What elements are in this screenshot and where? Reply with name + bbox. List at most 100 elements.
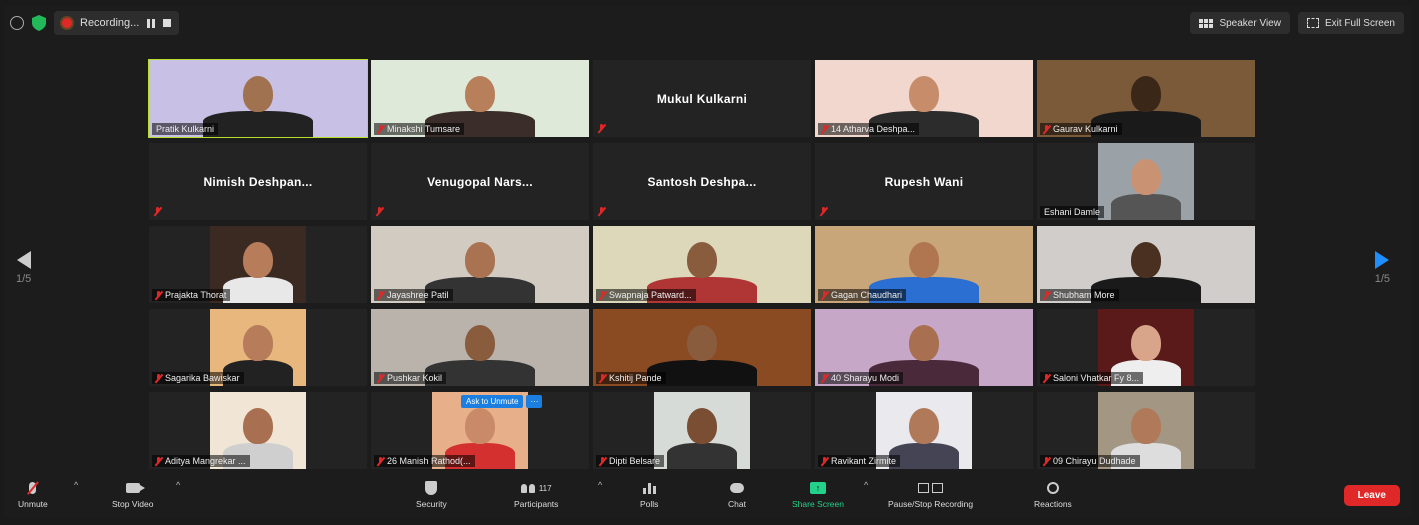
- next-page-button[interactable]: 1/5: [1375, 251, 1390, 285]
- stop-video-label: Stop Video: [112, 499, 154, 509]
- ask-to-unmute-button[interactable]: Ask to Unmute: [461, 395, 524, 408]
- gallery-grid: Pratik Kulkarni Minakshi Tumsare Mukul Kul…: [148, 59, 1255, 469]
- arrow-right-icon: [1375, 251, 1390, 269]
- participant-face: [1131, 408, 1161, 444]
- participant-face: [1131, 242, 1161, 278]
- muted-mic-icon: [820, 207, 827, 216]
- participant-face: [243, 242, 273, 278]
- participant-name: Nimish Deshpan...: [203, 175, 313, 189]
- participant-tile[interactable]: Prajakta Thorat: [149, 226, 367, 303]
- participant-name-label: Eshani Damle: [1040, 206, 1105, 218]
- participant-name-label: Dipti Belsare: [596, 455, 665, 467]
- speaker-view-button[interactable]: Speaker View: [1190, 12, 1290, 34]
- participant-tile[interactable]: Swapnaja Patward...: [593, 226, 811, 303]
- participant-tile[interactable]: Jayashree Patil: [371, 226, 589, 303]
- participant-face: [1131, 159, 1161, 195]
- participant-tile[interactable]: Gagan Chaudhari: [815, 226, 1033, 303]
- video-options-caret-icon[interactable]: ^: [176, 480, 180, 490]
- more-options-button[interactable]: ···: [526, 395, 543, 408]
- participant-face: [243, 325, 273, 361]
- participant-tile[interactable]: Ravikant Zirmite: [815, 392, 1033, 469]
- participant-tile[interactable]: Saloni Vhatkar Fy 8...: [1037, 309, 1255, 386]
- participants-options-caret-icon[interactable]: ^: [598, 480, 602, 490]
- share-screen-button[interactable]: ↑ Share Screen: [792, 480, 844, 509]
- participant-name: 40 Sharayu Modi: [831, 373, 900, 383]
- info-icon[interactable]: [10, 16, 24, 30]
- participant-name: Rupesh Wani: [884, 175, 964, 189]
- participant-face: [243, 408, 273, 444]
- leave-meeting-button[interactable]: Leave: [1343, 485, 1400, 506]
- muted-mic-icon: [599, 373, 606, 383]
- participant-name: Eshani Damle: [1044, 207, 1101, 217]
- participant-tile[interactable]: 09 Chirayu Dudhade: [1037, 392, 1255, 469]
- participant-tile[interactable]: Dipti Belsare: [593, 392, 811, 469]
- pause-stop-recording-button[interactable]: Pause/Stop Recording: [888, 480, 973, 509]
- participants-button[interactable]: 117 Participants: [514, 480, 558, 509]
- previous-page-button[interactable]: 1/5: [16, 251, 31, 285]
- muted-mic-icon: [155, 373, 162, 383]
- page-indicator-right: 1/5: [1374, 273, 1390, 285]
- participant-tile[interactable]: Venugopal Nars...: [371, 143, 589, 220]
- participant-tile[interactable]: 26 Manish Rathod(... Ask to Unmute ···: [371, 392, 589, 469]
- stop-video-button[interactable]: Stop Video: [112, 480, 153, 509]
- participant-tile[interactable]: Santosh Deshpa...: [593, 143, 811, 220]
- participant-tile[interactable]: Shubham More: [1037, 226, 1255, 303]
- muted-mic-icon: [155, 456, 162, 466]
- participant-name-label: Pratik Kulkarni: [152, 123, 219, 135]
- participant-face: [465, 325, 495, 361]
- record-dot-icon: [62, 18, 72, 28]
- participant-tile[interactable]: 14 Atharva Deshpa...: [815, 60, 1033, 137]
- participant-name-label: 14 Atharva Deshpa...: [818, 123, 920, 135]
- stop-recording-icon[interactable]: [163, 19, 172, 27]
- participant-tile[interactable]: Kshitij Pande: [593, 309, 811, 386]
- polls-button[interactable]: Polls: [640, 480, 658, 509]
- muted-mic-icon: [377, 456, 384, 466]
- participant-name: Prajakta Thorat: [165, 290, 227, 300]
- participant-name: 26 Manish Rathod(...: [387, 456, 471, 466]
- share-options-caret-icon[interactable]: ^: [864, 480, 868, 490]
- participant-name-label: 26 Manish Rathod(...: [374, 455, 475, 467]
- participant-tile[interactable]: Sagarika Bawiskar: [149, 309, 367, 386]
- participant-face: [687, 325, 717, 361]
- share-screen-arrow-icon: ↑: [809, 482, 826, 494]
- pause-recording-icon[interactable]: [147, 18, 156, 28]
- grid-view-icon: [1199, 18, 1214, 28]
- recording-indicator: Recording...: [54, 11, 180, 35]
- participant-tile[interactable]: Rupesh Wani: [815, 143, 1033, 220]
- participant-tile[interactable]: Aditya Mangrekar ...: [149, 392, 367, 469]
- encryption-shield-icon[interactable]: [32, 15, 46, 31]
- participants-label: Participants: [514, 499, 559, 509]
- exit-full-screen-icon: [1306, 18, 1319, 28]
- reactions-label: Reactions: [1034, 499, 1072, 509]
- participant-tile[interactable]: Nimish Deshpan...: [149, 143, 367, 220]
- unmute-button[interactable]: Unmute: [18, 480, 48, 509]
- reactions-button[interactable]: Reactions: [1034, 480, 1072, 509]
- participant-tile[interactable]: Pushkar Kokil: [371, 309, 589, 386]
- participant-tile[interactable]: Eshani Damle: [1037, 143, 1255, 220]
- participant-face: [1131, 325, 1161, 361]
- participant-name: Aditya Mangrekar ...: [165, 456, 246, 466]
- participant-tile[interactable]: Minakshi Tumsare: [371, 60, 589, 137]
- exit-full-screen-button[interactable]: Exit Full Screen: [1297, 12, 1404, 34]
- security-button[interactable]: Security: [416, 480, 447, 509]
- participant-face: [465, 242, 495, 278]
- participant-body: [667, 443, 737, 469]
- audio-options-caret-icon[interactable]: ^: [74, 480, 78, 490]
- participant-tile[interactable]: Pratik Kulkarni: [148, 59, 368, 138]
- reactions-smiley-icon: [1046, 482, 1059, 494]
- muted-mic-icon: [598, 207, 605, 216]
- participant-name-label: Ravikant Zirmite: [818, 455, 901, 467]
- participant-name: 09 Chirayu Dudhade: [1053, 456, 1136, 466]
- participant-name: Kshitij Pande: [609, 373, 662, 383]
- participant-name-label: Saloni Vhatkar Fy 8...: [1040, 372, 1144, 384]
- participant-tile[interactable]: Mukul Kulkarni: [593, 60, 811, 137]
- zoom-meeting-window: Recording... Speaker View Exit Full Scre…: [4, 6, 1412, 518]
- participant-tile[interactable]: 40 Sharayu Modi: [815, 309, 1033, 386]
- security-shield-icon: [425, 481, 438, 495]
- participant-tile[interactable]: Gaurav Kulkarni: [1037, 60, 1255, 137]
- speaker-view-label: Speaker View: [1219, 17, 1281, 29]
- participant-name: Dipti Belsare: [609, 456, 661, 466]
- participant-name-label: Aditya Mangrekar ...: [152, 455, 250, 467]
- polls-label: Polls: [640, 499, 659, 509]
- chat-button[interactable]: Chat: [728, 480, 746, 509]
